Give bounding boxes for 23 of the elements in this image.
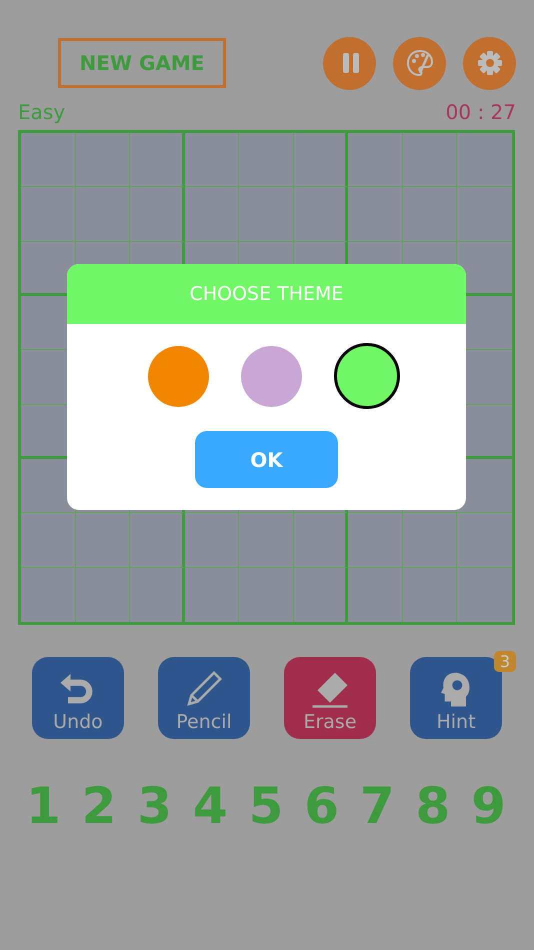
pencil-icon [184, 669, 224, 709]
erase-button[interactable]: Erase [284, 657, 376, 739]
ok-button[interactable]: OK [195, 431, 338, 488]
hint-button[interactable]: Hint [410, 657, 502, 739]
undo-button[interactable]: Undo [32, 657, 124, 739]
settings-button[interactable] [463, 36, 516, 90]
number-key[interactable]: 3 [137, 777, 172, 835]
new-game-button[interactable]: NEW GAME [58, 38, 226, 88]
number-key[interactable]: 6 [304, 777, 339, 835]
pause-button[interactable] [323, 36, 376, 90]
timer: 00 : 27 [446, 100, 516, 124]
number-key[interactable]: 4 [192, 777, 228, 835]
number-key[interactable]: 8 [415, 777, 450, 835]
number-key[interactable]: 1 [26, 777, 61, 835]
pencil-button[interactable]: Pencil [158, 657, 250, 739]
theme-button[interactable] [393, 36, 446, 90]
number-key[interactable]: 2 [82, 777, 116, 835]
dialog-title: CHOOSE THEME [67, 264, 466, 324]
difficulty-label: Easy [18, 100, 66, 124]
number-key[interactable]: 9 [471, 777, 506, 835]
number-key[interactable]: 7 [360, 777, 395, 835]
number-key[interactable]: 5 [248, 777, 284, 835]
hint-count-badge: 3 [494, 651, 516, 672]
